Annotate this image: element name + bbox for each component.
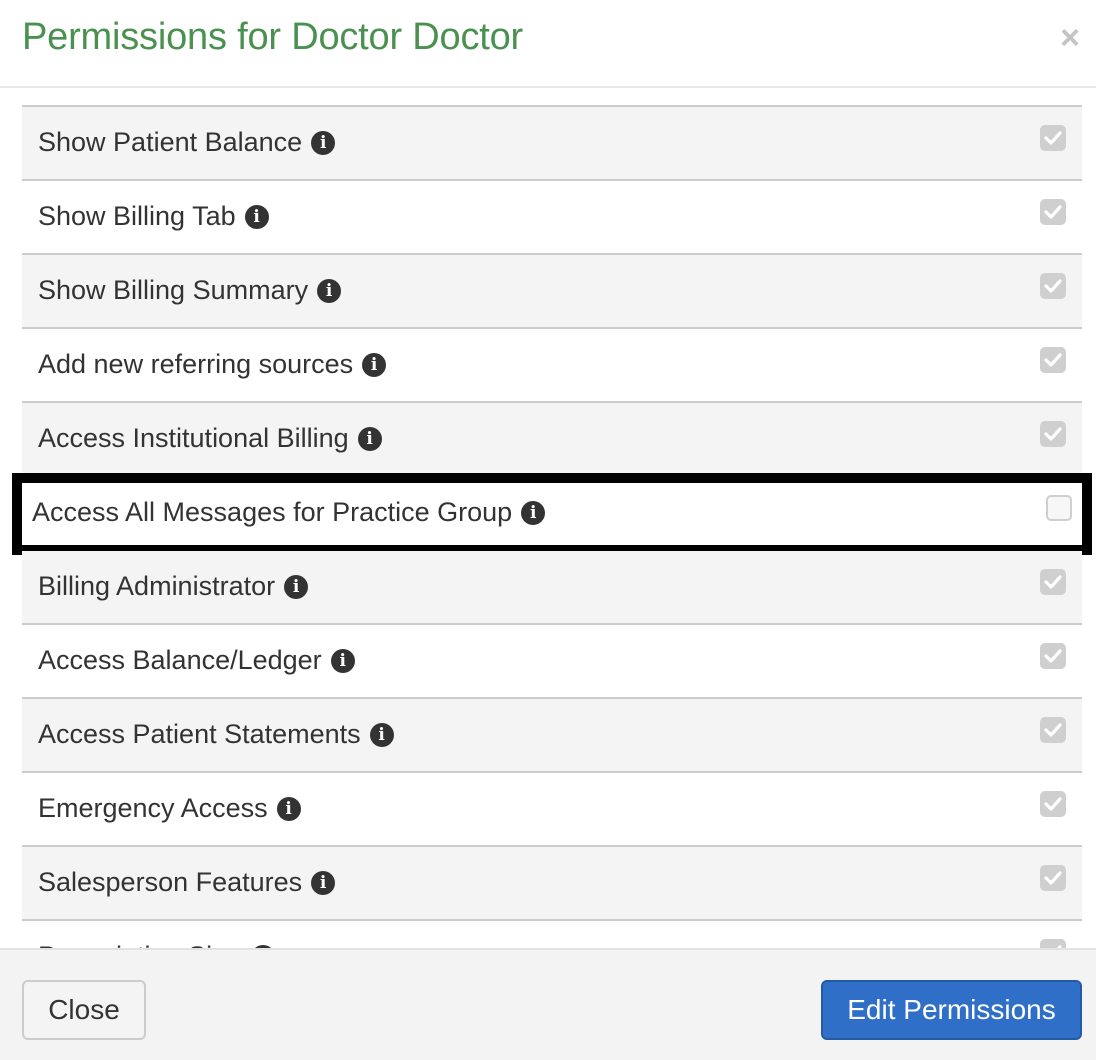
permission-label: Billing Administrator <box>38 571 276 601</box>
permission-checkbox[interactable] <box>1040 865 1066 891</box>
checkmark-icon <box>1044 427 1062 441</box>
permission-checkbox[interactable] <box>1040 791 1066 817</box>
permission-label: Prescription Sign <box>38 941 242 948</box>
permission-checkbox[interactable] <box>1040 569 1066 595</box>
checkmark-icon <box>1044 797 1062 811</box>
permission-label: Show Billing Tab <box>38 201 236 231</box>
checkmark-icon <box>1044 205 1062 219</box>
permissions-table: Show Patient Balance i Show Billing Tab i Sh… <box>12 105 1092 948</box>
permission-row: Billing Administrator i <box>22 551 1082 625</box>
permission-row: Show Patient Balance i <box>22 107 1082 181</box>
permission-checkbox[interactable] <box>1040 273 1066 299</box>
permission-label: Emergency Access <box>38 793 268 823</box>
permission-label: Access Patient Statements <box>38 719 361 749</box>
permission-row: Salesperson Features i <box>22 847 1082 921</box>
edit-permissions-button[interactable]: Edit Permissions <box>821 980 1082 1040</box>
permission-label: Show Patient Balance <box>38 127 303 157</box>
permission-checkbox[interactable] <box>1040 643 1066 669</box>
modal-body[interactable]: Show Patient Balance i Show Billing Tab i Sh… <box>0 90 1096 948</box>
permission-row: Access Institutional Billing i <box>22 403 1082 477</box>
permission-checkbox[interactable] <box>1040 347 1066 373</box>
info-icon[interactable]: i <box>330 648 355 673</box>
modal-header: Permissions for Doctor Doctor × <box>0 0 1096 88</box>
permission-label-wrap: Access Balance/Ledger i <box>38 645 355 676</box>
checkmark-icon <box>1044 723 1062 737</box>
permission-row: Access All Messages for Practice Group i <box>12 473 1092 555</box>
permission-label-wrap: Salesperson Features i <box>38 867 336 898</box>
checkmark-icon <box>1044 131 1062 145</box>
info-icon[interactable]: i <box>521 500 546 525</box>
permission-row: Show Billing Tab i <box>22 181 1082 255</box>
info-icon[interactable]: i <box>276 796 301 821</box>
permission-row: Access Balance/Ledger i <box>22 625 1082 699</box>
close-button[interactable]: Close <box>22 980 146 1040</box>
info-icon[interactable]: i <box>369 722 394 747</box>
permission-label-wrap: Billing Administrator i <box>38 571 309 602</box>
modal-footer: Close Edit Permissions <box>0 948 1096 1060</box>
permission-label-wrap: Show Patient Balance i <box>38 127 336 158</box>
permission-checkbox[interactable] <box>1040 421 1066 447</box>
permission-label: Salesperson Features <box>38 867 303 897</box>
permission-checkbox[interactable] <box>1040 199 1066 225</box>
permission-checkbox[interactable] <box>1040 939 1066 948</box>
checkmark-icon <box>1044 353 1062 367</box>
info-icon[interactable]: i <box>362 352 387 377</box>
close-icon[interactable]: × <box>1060 18 1080 58</box>
info-icon[interactable]: i <box>311 870 336 895</box>
permission-label-wrap: Prescription Signi <box>38 941 276 948</box>
permission-checkbox[interactable] <box>1040 125 1066 151</box>
info-icon[interactable]: i <box>317 278 342 303</box>
permission-label-wrap: Emergency Access i <box>38 793 301 824</box>
permission-checkbox[interactable] <box>1040 717 1066 743</box>
permission-checkbox[interactable] <box>1046 495 1072 521</box>
modal-title: Permissions for Doctor Doctor <box>22 16 524 58</box>
permission-label-wrap: Access Institutional Billing i <box>38 423 382 454</box>
permission-label-wrap: Show Billing Tab i <box>38 201 269 232</box>
permissions-modal: Permissions for Doctor Doctor × Show Pat… <box>0 0 1096 1060</box>
permission-label-wrap: Add new referring sources i <box>38 349 387 380</box>
permission-label: Access Balance/Ledger <box>38 645 322 675</box>
permission-label: Access All Messages for Practice Group <box>32 497 513 527</box>
permission-label-wrap: Access Patient Statements i <box>38 719 394 750</box>
permission-row: Emergency Access i <box>22 773 1082 847</box>
info-icon[interactable]: i <box>284 574 309 599</box>
checkmark-icon <box>1044 649 1062 663</box>
permission-row: Show Billing Summary i <box>22 255 1082 329</box>
permission-row: Add new referring sources i <box>22 329 1082 403</box>
permission-label-wrap: Show Billing Summary i <box>38 275 342 306</box>
info-icon[interactable]: i <box>357 426 382 451</box>
checkmark-icon <box>1044 871 1062 885</box>
permission-row: Prescription Signi <box>22 921 1082 948</box>
info-icon[interactable]: i <box>311 130 336 155</box>
permission-label: Access Institutional Billing <box>38 423 349 453</box>
info-icon[interactable]: i <box>244 204 269 229</box>
permission-label-wrap: Access All Messages for Practice Group i <box>32 497 546 528</box>
permission-row: Access Patient Statements i <box>22 699 1082 773</box>
permission-label: Show Billing Summary <box>38 275 309 305</box>
checkmark-icon <box>1044 279 1062 293</box>
checkmark-icon <box>1044 575 1062 589</box>
permission-label: Add new referring sources <box>38 349 354 379</box>
